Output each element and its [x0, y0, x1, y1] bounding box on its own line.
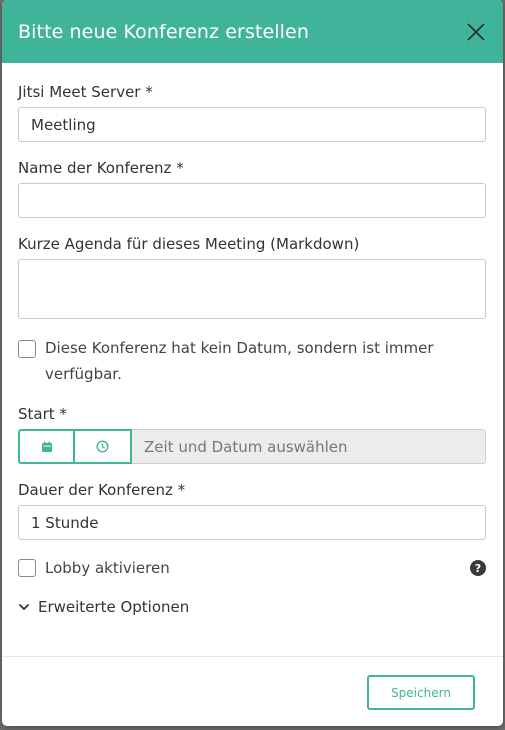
server-select[interactable]: Meetling [18, 107, 486, 142]
dialog-body: Jitsi Meet Server * Meetling Name der Ko… [2, 63, 503, 616]
question-icon[interactable]: ? [470, 560, 486, 576]
lobby-label: Lobby aktivieren [45, 559, 170, 577]
duration-label: Dauer der Konferenz * [18, 481, 186, 499]
duration-group: Dauer der Konferenz * 1 Stunde [18, 481, 487, 540]
lobby-row: Lobby aktivieren ? [18, 559, 486, 577]
server-group: Jitsi Meet Server * Meetling [18, 83, 487, 142]
name-label: Name der Konferenz * [18, 159, 184, 177]
clock-icon [96, 440, 109, 453]
duration-select[interactable]: 1 Stunde [18, 505, 486, 540]
start-datetime-picker: Zeit und Datum auswählen [18, 429, 486, 464]
lobby-checkbox[interactable] [18, 559, 36, 577]
create-conference-dialog: Bitte neue Konferenz erstellen Jitsi Mee… [2, 0, 503, 726]
date-picker-button[interactable] [18, 429, 75, 464]
name-group: Name der Konferenz * [18, 159, 487, 218]
no-date-checkbox[interactable] [18, 340, 36, 358]
advanced-options-toggle[interactable]: Erweiterte Optionen [18, 598, 487, 616]
no-date-row: Diese Konferenz hat kein Datum, sondern … [18, 339, 487, 387]
agenda-textarea[interactable] [18, 259, 486, 319]
start-label: Start * [18, 405, 67, 423]
agenda-label: Kurze Agenda für dieses Meeting (Markdow… [18, 235, 360, 253]
server-label: Jitsi Meet Server * [18, 83, 153, 101]
close-button[interactable] [465, 21, 487, 43]
datetime-input[interactable]: Zeit und Datum auswählen [132, 429, 486, 464]
no-date-label: Diese Konferenz hat kein Datum, sondern … [45, 339, 434, 383]
dialog-title: Bitte neue Konferenz erstellen [18, 20, 309, 43]
agenda-group: Kurze Agenda für dieses Meeting (Markdow… [18, 235, 487, 319]
conference-name-input[interactable] [18, 183, 486, 218]
chevron-down-icon [18, 603, 30, 611]
calendar-icon [41, 441, 52, 452]
advanced-options-label: Erweiterte Optionen [38, 598, 190, 616]
close-icon [467, 22, 485, 41]
dialog-header: Bitte neue Konferenz erstellen [2, 0, 503, 63]
start-group: Start * Zeit und Datum auswählen [18, 405, 487, 464]
lobby-toggle: Lobby aktivieren [18, 559, 170, 577]
save-button[interactable]: Speichern [367, 675, 475, 710]
time-picker-button[interactable] [75, 429, 132, 464]
dialog-footer: Speichern [2, 656, 503, 726]
